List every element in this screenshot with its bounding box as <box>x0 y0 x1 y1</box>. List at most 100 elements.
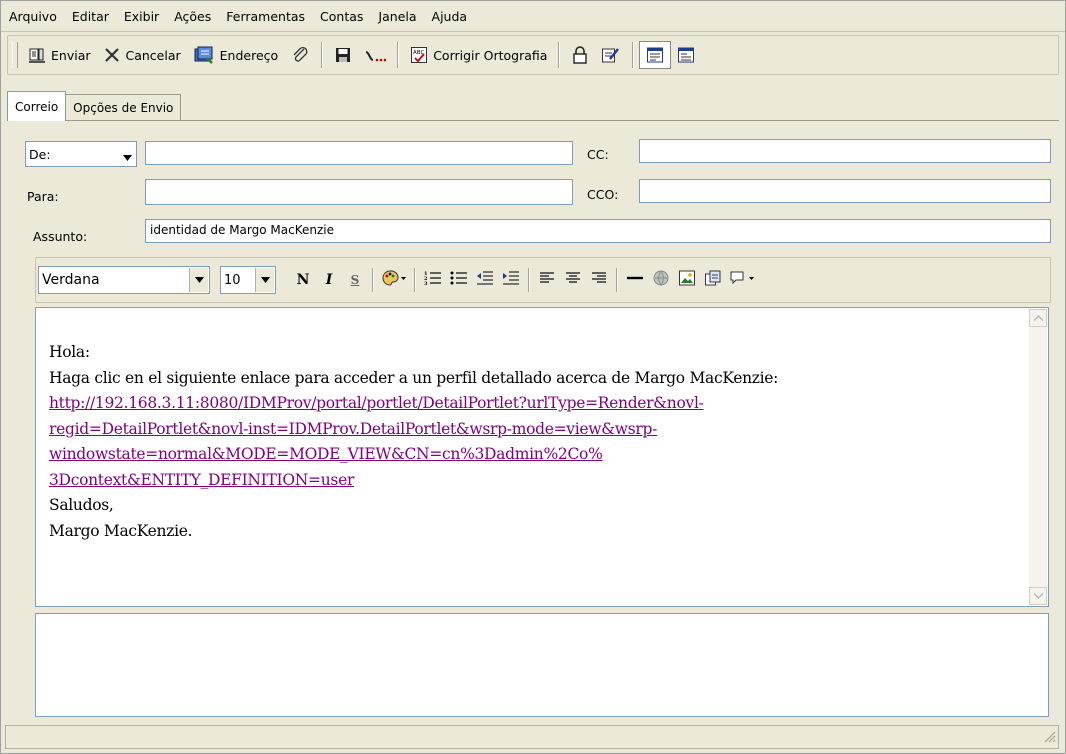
size-select[interactable]: 10 <box>220 266 276 294</box>
lower-pane[interactable] <box>35 613 1049 717</box>
spell-check-label: Corrigir Ortografia <box>433 47 548 63</box>
format-toolbar: Verdana 10 N I S 123 <box>35 257 1051 303</box>
bullet-list-button[interactable] <box>447 267 471 293</box>
toolbar-separator <box>397 42 400 68</box>
send-button[interactable]: Enviar <box>22 40 97 70</box>
horizontal-rule-button[interactable] <box>623 267 647 293</box>
scroll-down-button[interactable] <box>1029 587 1047 605</box>
chevron-down-icon <box>1033 593 1043 599</box>
color-button[interactable] <box>379 267 409 293</box>
save-icon <box>334 46 352 64</box>
menu-contas[interactable]: Contas <box>312 9 370 24</box>
attach-icon <box>290 45 310 65</box>
decrease-indent-button[interactable] <box>473 267 497 293</box>
to-label: Para: <box>27 189 59 204</box>
view-icon-1 <box>646 46 664 64</box>
format-separator <box>372 268 374 292</box>
tab-correio[interactable]: Correio <box>7 91 67 121</box>
intro-line: Haga clic en el siguiente enlace para ac… <box>49 368 779 387</box>
scroll-up-button[interactable] <box>1029 309 1047 327</box>
address-label: Endereço <box>219 47 279 63</box>
signature-line: Margo MacKenzie. <box>49 521 193 540</box>
menu-janela[interactable]: Janela <box>370 9 423 24</box>
chevron-down-icon[interactable] <box>189 268 208 292</box>
main-toolbar: Enviar Cancelar Endereço ABC Corrigir Or… <box>7 35 1059 75</box>
align-left-button[interactable] <box>535 267 559 293</box>
bcc-label: CCO: <box>587 187 619 202</box>
view-button-2[interactable] <box>671 40 701 70</box>
cancel-button[interactable]: Cancelar <box>97 40 187 70</box>
address-button[interactable]: Endereço <box>187 40 285 70</box>
toolbar-grip[interactable] <box>12 42 18 68</box>
send-icon <box>28 46 46 64</box>
menu-ajuda[interactable]: Ajuda <box>424 9 475 24</box>
bold-button[interactable]: N <box>291 267 315 293</box>
to-field[interactable] <box>145 179 573 205</box>
align-right-button[interactable] <box>587 267 611 293</box>
cancel-label: Cancelar <box>125 47 181 63</box>
subject-field[interactable]: identidad de Margo MacKenzie <box>145 219 1051 243</box>
insert-object-button[interactable] <box>701 267 725 293</box>
greeting-line: Hola: <box>49 343 90 361</box>
subject-label: Assunto: <box>33 229 88 244</box>
sign-button[interactable] <box>595 40 627 70</box>
chevron-down-icon <box>123 149 132 164</box>
menu-ferramentas[interactable]: Ferramentas <box>218 9 312 24</box>
palette-icon <box>381 269 407 291</box>
cancel-icon <box>103 46 121 64</box>
insert-image-button[interactable] <box>675 267 699 293</box>
message-body-editor[interactable]: Hola: Haga clic en el siguiente enlace p… <box>35 307 1049 607</box>
from-select[interactable]: De: <box>25 141 137 167</box>
numbered-list-button[interactable]: 123 <box>421 267 445 293</box>
menu-exibir[interactable]: Exibir <box>116 9 166 24</box>
status-bar <box>5 725 1059 749</box>
link-button[interactable] <box>649 267 673 293</box>
save-button[interactable] <box>328 40 358 70</box>
align-right-icon <box>591 271 607 289</box>
menu-acoes[interactable]: Ações <box>166 9 218 24</box>
format-separator <box>414 268 416 292</box>
encrypt-button[interactable] <box>565 40 595 70</box>
horizontal-rule-icon <box>626 271 644 289</box>
spell-check-icon: ABC <box>410 46 428 64</box>
bcc-field[interactable] <box>639 179 1051 203</box>
spell-check-button[interactable]: ABC Corrigir Ortografia <box>404 40 553 70</box>
svg-text:3: 3 <box>424 281 428 286</box>
sign-icon <box>601 46 621 64</box>
view-icon-2 <box>677 46 695 64</box>
profile-link-line[interactable]: windowstate=normal&MODE=MODE_VIEW&CN=cn%… <box>49 442 1009 468</box>
increase-indent-button[interactable] <box>499 267 523 293</box>
view-button-1[interactable] <box>639 41 672 69</box>
signature-icon <box>364 46 387 64</box>
align-left-icon <box>539 271 555 289</box>
tab-strip: Correio Opções de Envio <box>7 91 182 121</box>
strikethrough-button[interactable]: S <box>343 267 367 293</box>
cc-field[interactable] <box>639 139 1051 163</box>
resize-grip-icon[interactable] <box>1042 729 1056 746</box>
font-select[interactable]: Verdana <box>38 266 210 294</box>
profile-link-line[interactable]: regid=DetailPortlet&novl-inst=IDMProv.De… <box>49 417 1009 443</box>
menu-editar[interactable]: Editar <box>64 9 116 24</box>
chevron-up-icon <box>1033 315 1043 321</box>
send-label: Enviar <box>51 47 91 63</box>
vertical-scrollbar[interactable] <box>1029 309 1047 605</box>
font-value: Verdana <box>42 272 100 288</box>
insert-menu-button[interactable] <box>727 267 757 293</box>
from-field[interactable] <box>145 141 573 165</box>
profile-link-line[interactable]: 3Dcontext&ENTITY_DEFINITION=user <box>49 468 1009 494</box>
profile-link-line[interactable]: http://192.168.3.11:8080/IDMProv/portal/… <box>49 391 1009 417</box>
format-separator <box>616 268 618 292</box>
globe-link-icon <box>652 269 670 291</box>
object-icon <box>704 269 722 291</box>
menu-arquivo[interactable]: Arquivo <box>1 9 64 24</box>
menu-bar: Arquivo Editar Exibir Ações Ferramentas … <box>1 1 1065 32</box>
attach-button[interactable] <box>284 40 316 70</box>
italic-button[interactable]: I <box>317 267 341 293</box>
signature-button[interactable] <box>358 40 392 70</box>
message-body-text: Hola: Haga clic en el siguiente enlace p… <box>49 340 1009 544</box>
tab-opcoes-de-envio[interactable]: Opções de Envio <box>65 94 182 121</box>
chevron-down-icon[interactable] <box>255 268 274 292</box>
size-value: 10 <box>224 272 241 288</box>
chat-insert-icon <box>729 269 755 291</box>
align-center-button[interactable] <box>561 267 585 293</box>
